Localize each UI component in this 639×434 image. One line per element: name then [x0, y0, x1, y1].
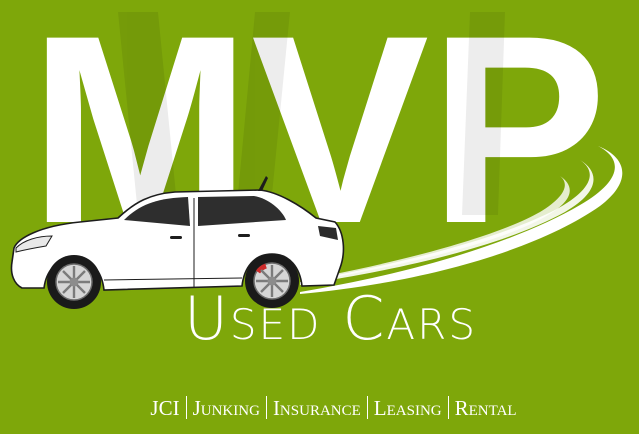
service-insurance: Insurance	[272, 396, 361, 420]
separator	[265, 396, 267, 419]
subtitle: Used Cars	[184, 284, 477, 354]
separator	[447, 396, 449, 419]
services-list: JCI Junking Insurance Leasing Rental	[0, 396, 639, 419]
service-jci: JCI	[150, 396, 180, 420]
service-leasing: Leasing	[373, 396, 442, 420]
separator	[366, 396, 368, 419]
logo: MVP	[10, 0, 623, 309]
separator	[185, 396, 187, 419]
service-rental: Rental	[454, 396, 517, 420]
service-junking: Junking	[192, 396, 260, 420]
